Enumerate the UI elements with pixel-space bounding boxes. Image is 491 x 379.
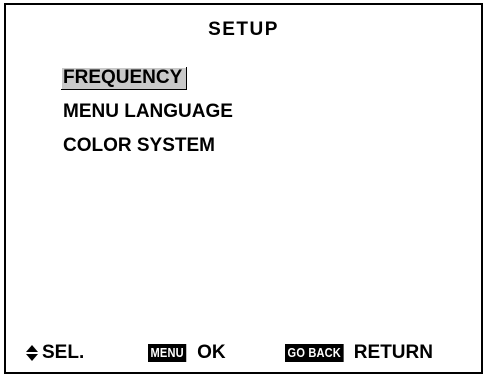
select-hint-label: SEL.	[42, 342, 85, 363]
go-back-key-icon: GO BACK	[285, 344, 344, 362]
ok-hint: MENU OK	[148, 340, 226, 366]
menu-item-label: COLOR SYSTEM	[63, 135, 216, 156]
menu-item-menu-language[interactable]: MENU LANGUAGE	[56, 95, 237, 129]
setup-menu: FREQUENCY MENU LANGUAGE COLOR SYSTEM	[56, 61, 237, 163]
menu-item-label: MENU LANGUAGE	[63, 101, 233, 122]
return-hint-label: RETURN	[353, 342, 433, 363]
return-hint: GO BACK RETURN	[285, 340, 433, 366]
menu-key-icon: MENU	[148, 344, 187, 362]
up-down-arrow-icon	[26, 343, 38, 363]
screen-title: SETUP	[208, 19, 279, 40]
menu-item-label: FREQUENCY	[61, 67, 188, 90]
ok-hint-label: OK	[197, 342, 226, 363]
setup-screen: SETUP FREQUENCY MENU LANGUAGE COLOR SYST…	[4, 3, 483, 374]
key-hint-bar: SEL. MENU OK GO BACK RETURN	[6, 340, 481, 366]
menu-item-frequency[interactable]: FREQUENCY	[56, 61, 237, 95]
menu-item-color-system[interactable]: COLOR SYSTEM	[56, 129, 237, 163]
select-hint: SEL.	[26, 340, 84, 366]
